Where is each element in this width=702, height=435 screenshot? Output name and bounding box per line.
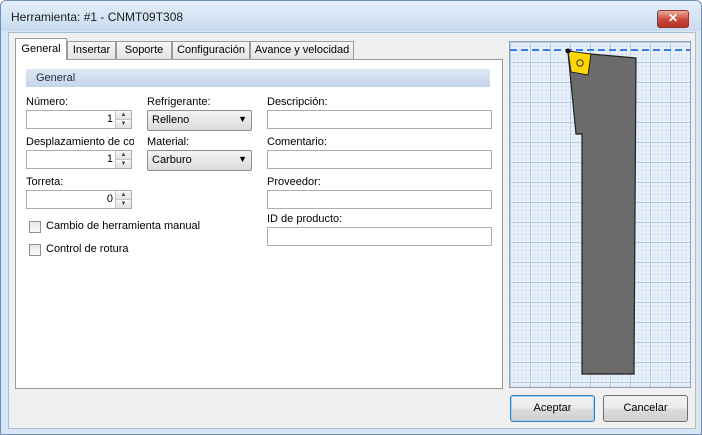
torreta-label: Torreta: (26, 176, 64, 188)
section-header-general: General (26, 69, 490, 87)
id-producto-field[interactable] (267, 227, 492, 246)
numero-label: Número: (26, 96, 69, 108)
torreta-spinner[interactable]: 0 ▲ ▼ (26, 190, 132, 209)
tool-holder-shape (567, 51, 637, 375)
close-button[interactable]: ✕ (657, 10, 689, 28)
spin-up-icon[interactable]: ▲ (116, 191, 131, 200)
control-rotura-checkbox[interactable] (29, 244, 41, 256)
window-title: Herramienta: #1 - CNMT09T308 (11, 10, 184, 24)
close-icon: ✕ (667, 11, 679, 25)
tool-tip-point (565, 48, 571, 54)
cancel-button[interactable]: Cancelar (603, 395, 688, 422)
torreta-value: 0 (106, 193, 113, 205)
tab-configuracion[interactable]: Configuración (172, 41, 250, 59)
numero-spin-buttons: ▲ ▼ (115, 111, 131, 128)
spin-up-icon[interactable]: ▲ (116, 111, 131, 120)
comentario-field[interactable] (267, 150, 492, 169)
tool-dialog: Herramienta: #1 - CNMT09T308 ✕ General I… (0, 0, 702, 435)
cambio-manual-checkbox[interactable] (29, 221, 41, 233)
tab-insertar[interactable]: Insertar (67, 41, 116, 59)
cambio-manual-label[interactable]: Cambio de herramienta manual (46, 220, 200, 232)
refrigerante-value: Relleno (152, 114, 190, 126)
spin-down-icon[interactable]: ▼ (116, 160, 131, 168)
spin-down-icon[interactable]: ▼ (116, 200, 131, 208)
tool-drawing (510, 48, 690, 375)
descripcion-label: Descripción: (267, 96, 328, 108)
refrigerante-dropdown[interactable]: Relleno ▼ (147, 110, 252, 131)
tool-preview (509, 41, 691, 388)
tab-general[interactable]: General (15, 38, 67, 60)
desplazamiento-spin-buttons: ▲ ▼ (115, 151, 131, 168)
tab-avance-velocidad[interactable]: Avance y velocidad (250, 41, 354, 59)
tab-soporte[interactable]: Soporte (116, 41, 172, 59)
insert-icon (567, 50, 592, 76)
accept-button[interactable]: Aceptar (510, 395, 595, 422)
control-rotura-label[interactable]: Control de rotura (46, 243, 129, 255)
material-dropdown[interactable]: Carburo ▼ (147, 150, 252, 171)
torreta-spin-buttons: ▲ ▼ (115, 191, 131, 208)
proveedor-field[interactable] (267, 190, 492, 209)
general-tab-panel: General Número: 1 ▲ ▼ Desplazamiento de … (15, 59, 503, 389)
id-producto-label: ID de producto: (267, 213, 343, 225)
spin-up-icon[interactable]: ▲ (116, 151, 131, 160)
desplazamiento-spinner[interactable]: 1 ▲ ▼ (26, 150, 132, 169)
chevron-down-icon: ▼ (238, 114, 247, 124)
dialog-body: General Insertar Soporte Configuración A… (8, 32, 696, 429)
refrigerante-label: Refrigerante: (147, 96, 211, 108)
desplazamiento-label: Desplazamiento de cor (26, 136, 134, 148)
title-bar: Herramienta: #1 - CNMT09T308 ✕ (1, 1, 701, 31)
numero-value: 1 (106, 113, 113, 125)
desplazamiento-value: 1 (106, 153, 113, 165)
chevron-down-icon: ▼ (238, 154, 247, 164)
material-value: Carburo (152, 154, 192, 166)
spin-down-icon[interactable]: ▼ (116, 120, 131, 128)
proveedor-label: Proveedor: (267, 176, 321, 188)
descripcion-field[interactable] (267, 110, 492, 129)
material-label: Material: (147, 136, 190, 148)
numero-spinner[interactable]: 1 ▲ ▼ (26, 110, 132, 129)
comentario-label: Comentario: (267, 136, 327, 148)
